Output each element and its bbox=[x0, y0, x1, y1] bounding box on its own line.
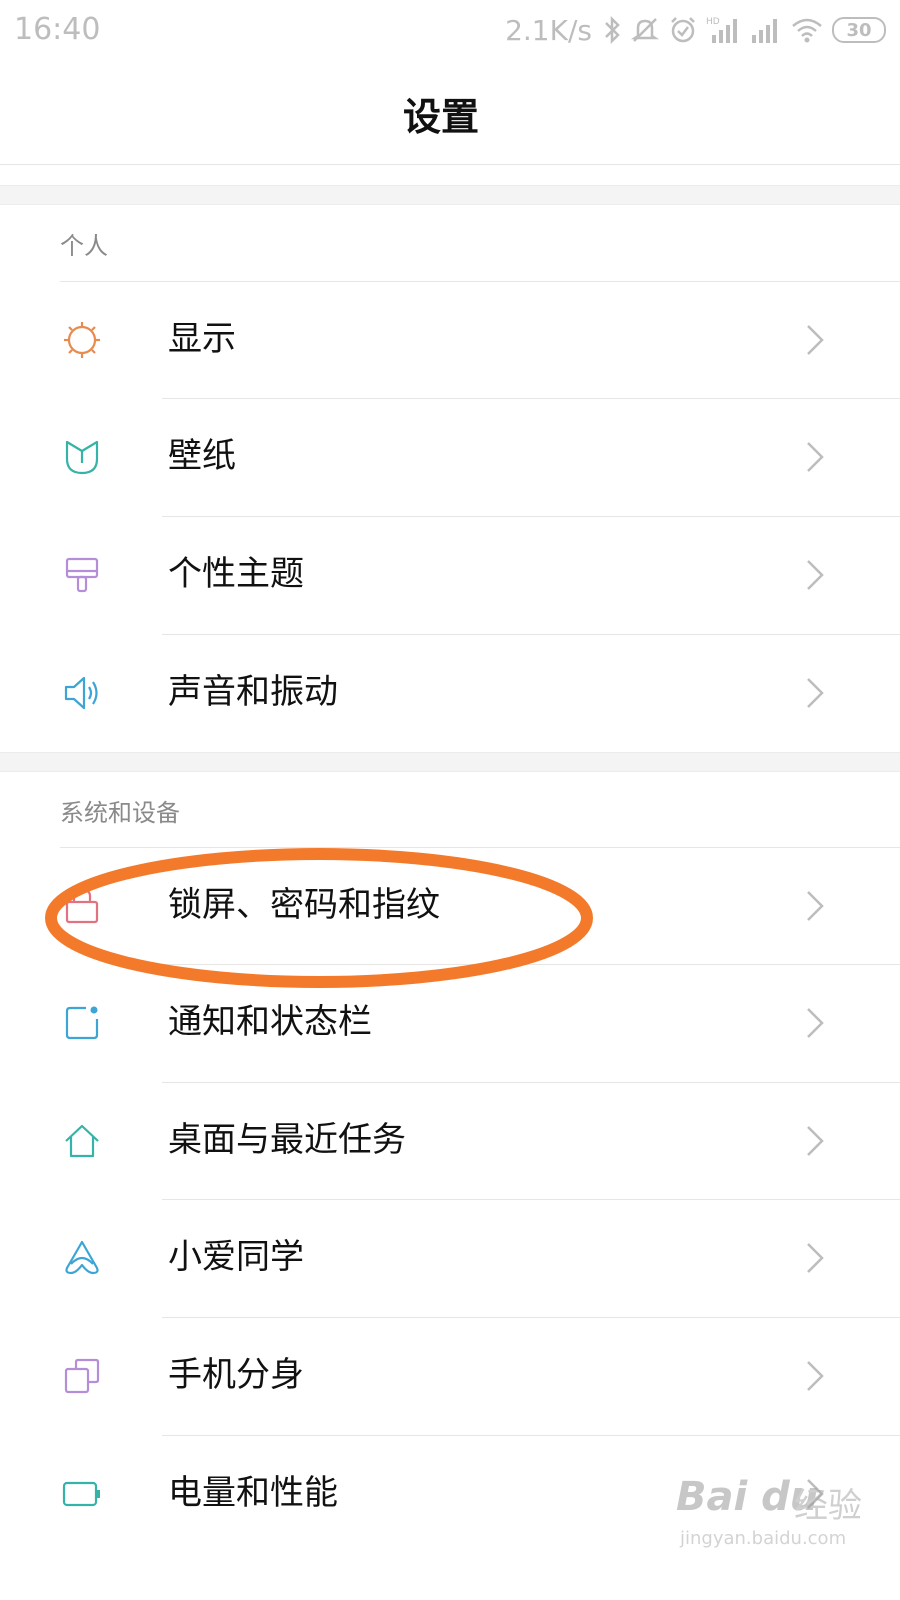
section-divider bbox=[0, 752, 900, 772]
section-header-personal: 个人 bbox=[60, 232, 108, 260]
net-speed: 2.1K/s bbox=[505, 13, 592, 47]
notification-icon bbox=[65, 1006, 99, 1040]
settings-item-sound[interactable]: 声音和振动 bbox=[0, 634, 900, 752]
row-divider bbox=[162, 1199, 900, 1200]
watermark-url: jingyan.baidu.com bbox=[680, 1528, 847, 1549]
battery-level: 30 bbox=[846, 19, 872, 41]
row-divider bbox=[162, 964, 900, 965]
settings-item-label: 个性主题 bbox=[168, 554, 304, 594]
chevron-right-icon bbox=[807, 442, 824, 472]
settings-item-label: 桌面与最近任务 bbox=[168, 1120, 406, 1160]
settings-item-xiaoai[interactable]: 小爱同学 bbox=[0, 1199, 900, 1317]
settings-item-label: 壁纸 bbox=[168, 436, 236, 476]
signal-hd-icon: HD bbox=[706, 17, 737, 43]
section-divider bbox=[0, 185, 900, 205]
lock-icon bbox=[65, 888, 99, 924]
settings-item-label: 通知和状态栏 bbox=[168, 1002, 372, 1042]
row-divider bbox=[60, 847, 900, 848]
page-title: 设置 bbox=[402, 95, 479, 139]
signal-icon bbox=[752, 19, 777, 43]
chevron-right-icon bbox=[807, 1008, 824, 1038]
settings-item-label: 手机分身 bbox=[168, 1355, 304, 1395]
chevron-right-icon bbox=[807, 1361, 824, 1391]
row-divider bbox=[162, 634, 900, 635]
settings-item-theme[interactable]: 个性主题 bbox=[0, 516, 900, 634]
chevron-right-icon bbox=[807, 1126, 824, 1156]
settings-item-label: 电量和性能 bbox=[168, 1473, 338, 1513]
alarm-icon bbox=[671, 17, 695, 43]
settings-item-label: 显示 bbox=[168, 319, 236, 359]
row-divider bbox=[162, 1317, 900, 1318]
row-divider bbox=[162, 516, 900, 517]
chevron-right-icon bbox=[807, 891, 824, 921]
chevron-right-icon bbox=[807, 1243, 824, 1273]
row-divider bbox=[162, 398, 900, 399]
svg-text:HD: HD bbox=[706, 17, 720, 27]
settings-item-wallpaper[interactable]: 壁纸 bbox=[0, 398, 900, 516]
chevron-right-icon bbox=[807, 678, 824, 708]
theme-brush-icon bbox=[65, 557, 99, 593]
second-space-icon bbox=[64, 1358, 100, 1394]
row-divider bbox=[162, 1435, 900, 1436]
battery-performance-icon bbox=[62, 1481, 100, 1507]
home-icon bbox=[65, 1124, 99, 1158]
row-divider bbox=[162, 1082, 900, 1083]
wallpaper-icon bbox=[65, 440, 99, 475]
brightness-icon bbox=[64, 322, 100, 358]
settings-item-lockscreen[interactable]: 锁屏、密码和指纹 bbox=[0, 847, 900, 965]
status-time: 16:40 bbox=[14, 12, 101, 47]
title-bar: 设置 bbox=[0, 64, 900, 165]
baidu-watermark: Bai du 经验 jingyan.baidu.com bbox=[676, 1468, 896, 1588]
status-icons: 2.1K/s HD 30 bbox=[505, 12, 886, 48]
settings-item-label: 声音和振动 bbox=[168, 672, 338, 712]
wifi-icon bbox=[792, 18, 822, 43]
chevron-right-icon bbox=[807, 325, 824, 355]
settings-item-second-space[interactable]: 手机分身 bbox=[0, 1317, 900, 1435]
settings-item-display[interactable]: 显示 bbox=[0, 281, 900, 399]
speaker-icon bbox=[64, 676, 98, 710]
bluetooth-icon bbox=[605, 15, 620, 45]
status-bar: 16:40 2.1K/s HD 30 bbox=[0, 0, 900, 64]
section-header-system: 系统和设备 bbox=[60, 799, 180, 827]
battery-icon: 30 bbox=[832, 17, 886, 43]
settings-item-label: 小爱同学 bbox=[168, 1237, 304, 1277]
settings-item-label: 锁屏、密码和指纹 bbox=[168, 885, 440, 925]
watermark-cn: 经验 bbox=[794, 1486, 862, 1526]
chevron-right-icon bbox=[807, 560, 824, 590]
row-divider bbox=[60, 281, 900, 282]
mute-icon bbox=[630, 18, 660, 42]
xiaoai-icon bbox=[65, 1240, 99, 1275]
settings-item-notifications[interactable]: 通知和状态栏 bbox=[0, 964, 900, 1082]
settings-item-home-screen[interactable]: 桌面与最近任务 bbox=[0, 1082, 900, 1200]
